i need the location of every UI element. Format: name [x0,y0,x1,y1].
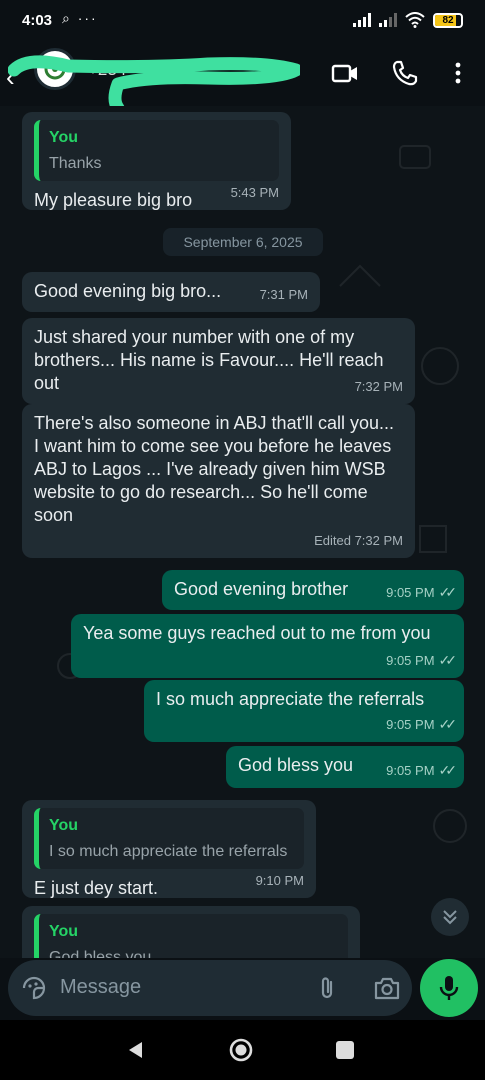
message-time: 9:05 PM [386,585,435,600]
quote-text: God bless you [49,949,152,958]
signal-2-icon [379,13,397,27]
message-incoming[interactable]: Good evening big bro... 7:31 PM [22,272,320,312]
message-input-pill[interactable]: Message [8,960,412,1016]
quoted-reply[interactable]: You I so much appreciate the referrals [34,808,304,869]
read-receipt-icon: ✓✓ [438,762,458,778]
message-meta: Edited 7:32 PM [314,529,403,552]
message-meta: 7:31 PM [260,283,308,306]
message-input[interactable]: Message [60,976,141,999]
message-text: Good evening big bro... [34,281,222,301]
nav-home-icon[interactable] [228,1037,254,1063]
message-time: 9:05 PM [386,653,435,668]
message-outgoing[interactable]: I so much appreciate the referrals 9:05 … [144,680,464,742]
message-incoming[interactable]: There's also someone in ABJ that'll call… [22,404,415,558]
quote-author: You [49,923,79,940]
message-meta: 7:32 PM [355,375,403,398]
mic-button[interactable] [420,959,478,1017]
message-meta: 9:05 PM ✓✓ [386,649,458,672]
message-meta: 9:05 PM ✓✓ [386,759,458,782]
nav-back-icon[interactable] [126,1040,146,1060]
message-text: My pleasure big bro [34,190,193,210]
logo-icon [44,58,66,80]
sticker-icon[interactable] [20,974,48,1002]
message-outgoing[interactable]: Good evening brother 9:05 PM ✓✓ [162,570,464,610]
message-meta: 9:05 PM ✓✓ [386,713,458,736]
message-incoming[interactable]: Just shared your number with one of my b… [22,318,415,404]
system-nav-bar [0,1020,485,1080]
contact-name[interactable]: +234 ··· 4386 [88,60,191,80]
message-incoming[interactable]: You God bless you [22,906,360,958]
battery-level: 82 [442,14,454,26]
quote-author: You [49,129,79,146]
wifi-icon [405,12,425,28]
message-text: God bless you [238,755,354,775]
message-text: I so much appreciate the referrals [156,689,425,709]
message-time: Edited 7:32 PM [314,533,403,548]
scroll-to-bottom-button[interactable] [431,898,469,936]
message-text: Yea some guys reached out to me from you [83,623,431,643]
battery-icon: 82 [433,12,463,28]
message-time: 9:05 PM [386,717,435,732]
back-arrow-icon[interactable]: ‹ [6,62,15,93]
message-text: There's also someone in ABJ that'll call… [34,413,395,525]
message-outgoing[interactable]: God bless you 9:05 PM ✓✓ [226,746,464,788]
message-outgoing[interactable]: Yea some guys reached out to me from you… [71,614,464,678]
message-text: Just shared your number with one of my b… [34,327,384,393]
quote-text: I so much appreciate the referrals [49,843,288,860]
chat-header: ‹ +234 ··· 4386 [0,40,485,115]
quoted-reply[interactable]: You God bless you [34,914,348,958]
video-call-icon[interactable] [330,58,360,88]
quote-author: You [49,817,79,834]
quoted-reply[interactable]: You Thanks [34,120,279,181]
message-time: 9:10 PM [255,873,304,888]
more-options-icon[interactable] [443,58,473,88]
date-separator: September 6, 2025 [163,228,323,256]
attach-icon[interactable] [314,974,342,1002]
status-bar: 4:03 ⌕ ··· 82 [0,0,485,40]
microphone-icon [439,976,459,1000]
message-text: E just dey start. [34,878,159,898]
read-receipt-icon: ✓✓ [438,716,458,732]
read-receipt-icon: ✓✓ [438,584,458,600]
message-meta: 9:05 PM ✓✓ [386,581,458,604]
message-time: 5:43 PM [230,185,279,200]
avatar[interactable] [34,48,76,90]
message-meta: 5:43 PM [231,181,279,204]
message-text: Good evening brother [174,579,349,599]
camera-icon[interactable] [372,974,402,1002]
message-time: 9:05 PM [386,763,435,778]
notification-icons: ⌕ ··· [62,10,98,26]
message-meta: 9:10 PM [256,869,304,892]
chat-area[interactable]: You Thanks My pleasure big bro 5:43 PM S… [0,106,485,958]
chevron-double-down-icon [443,910,457,925]
message-time: 7:32 PM [354,379,403,394]
message-incoming[interactable]: You I so much appreciate the referrals E… [22,800,316,898]
message-incoming[interactable]: You Thanks My pleasure big bro 5:43 PM [22,112,291,210]
signal-icon [353,13,371,27]
read-receipt-icon: ✓✓ [438,652,458,668]
voice-call-icon[interactable] [390,58,420,88]
quote-text: Thanks [49,155,102,172]
status-time: 4:03 [22,12,53,29]
nav-recents-icon[interactable] [336,1041,354,1059]
composer-bar: Message [0,958,485,1020]
message-time: 7:31 PM [259,287,308,302]
